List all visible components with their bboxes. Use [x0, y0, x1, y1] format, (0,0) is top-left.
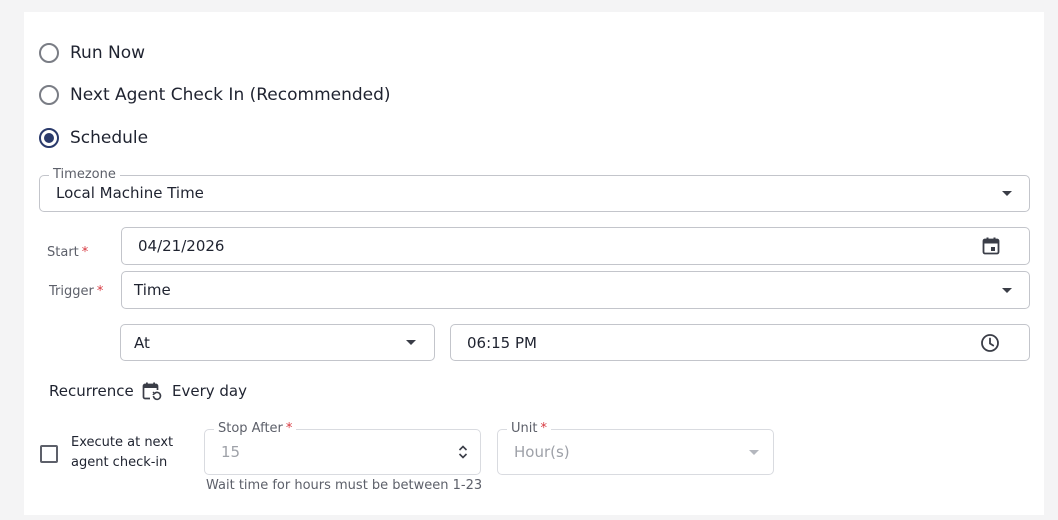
unit-value: Hour(s)	[514, 443, 570, 461]
chevron-down-icon[interactable]	[406, 340, 416, 345]
timezone-value: Local Machine Time	[56, 184, 204, 202]
chevron-down-icon[interactable]	[1002, 288, 1012, 293]
recurrence-value: Every day	[172, 382, 247, 400]
calendar-icon[interactable]	[981, 236, 1001, 256]
chevron-down-icon[interactable]	[1002, 191, 1012, 196]
radio-next-agent-check-in-circle[interactable]	[39, 85, 59, 105]
stop-after-legend: Stop After *	[214, 421, 297, 437]
calendar-repeat-icon[interactable]	[141, 381, 163, 403]
execute-next-checkbox[interactable]	[40, 445, 58, 463]
at-select[interactable]: At	[120, 324, 435, 361]
radio-run-now-circle[interactable]	[39, 43, 59, 63]
start-date-value: 04/21/2026	[138, 237, 225, 255]
time-input[interactable]: 06:15 PM	[450, 324, 1030, 361]
clock-icon[interactable]	[980, 333, 1000, 353]
trigger-select[interactable]: Time	[121, 271, 1030, 309]
stop-after-value: 15	[221, 443, 241, 461]
radio-run-now-label: Run Now	[70, 43, 146, 63]
time-value: 06:15 PM	[467, 334, 537, 352]
trigger-value: Time	[134, 281, 171, 299]
unit-select[interactable]: Unit * Hour(s)	[497, 421, 774, 475]
stepper-icon[interactable]	[458, 444, 468, 460]
recurrence-label: Recurrence	[49, 382, 134, 400]
start-date-input[interactable]: 04/21/2026	[121, 227, 1030, 265]
unit-legend: Unit *	[507, 421, 551, 437]
execute-next-label-line2: agent check-in	[71, 455, 168, 470]
radio-schedule-label: Schedule	[70, 128, 149, 148]
radio-next-agent-check-in[interactable]: Next Agent Check In (Recommended)	[39, 83, 391, 107]
radio-schedule[interactable]: Schedule	[39, 126, 148, 150]
radio-next-agent-check-in-label: Next Agent Check In (Recommended)	[70, 85, 391, 105]
execute-next-label-line1: Execute at next	[71, 435, 174, 450]
stop-after-hint: Wait time for hours must be between 1-23	[206, 478, 483, 493]
timezone-select[interactable]: Timezone Local Machine Time	[39, 167, 1030, 212]
timezone-legend: Timezone	[49, 167, 120, 183]
stop-after-input[interactable]: Stop After * 15	[204, 421, 481, 475]
radio-run-now[interactable]: Run Now	[39, 41, 145, 65]
trigger-label: Trigger *	[49, 284, 104, 299]
radio-schedule-circle[interactable]	[39, 128, 59, 148]
start-label: Start *	[47, 245, 89, 260]
chevron-down-icon[interactable]	[749, 450, 759, 455]
at-value: At	[134, 334, 150, 352]
